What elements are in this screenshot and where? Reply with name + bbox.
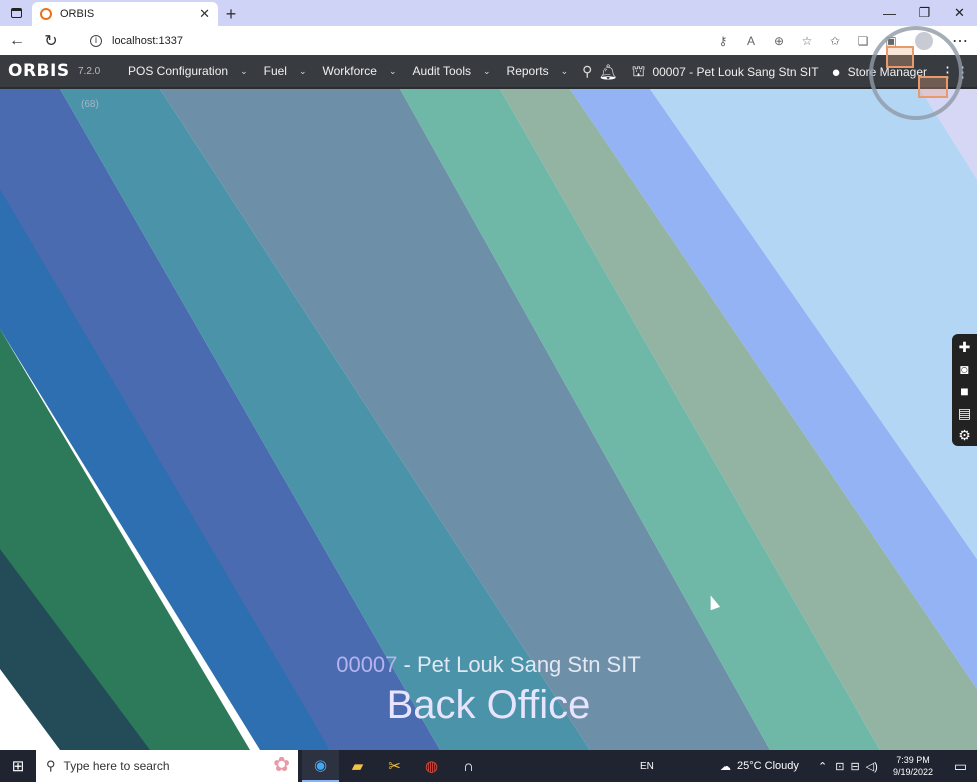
clock-date: 9/19/2022	[892, 767, 934, 777]
restore-button[interactable]: ❐	[907, 0, 942, 26]
device-icon[interactable]: ⊡	[835, 760, 844, 773]
system-tray: ⌃ ⊡ ⊟ ◁)	[818, 750, 878, 782]
menu-reports[interactable]: Reports ⌄	[499, 64, 577, 78]
orbis-logo[interactable]: ORBIS	[0, 61, 78, 81]
chevron-down-icon: ⌄	[240, 65, 248, 76]
volume-icon[interactable]: ◁)	[866, 760, 878, 773]
pinned-apps: ◉ ▰ ✂ ◍ ∩	[302, 750, 487, 782]
menu-label: Fuel	[263, 64, 287, 78]
windows-start-icon[interactable]: ⊞	[0, 750, 36, 782]
chevron-down-icon: ⌄	[388, 65, 397, 76]
count-badge: (68)	[81, 99, 99, 110]
main-menu: POS Configuration ⌄ Fuel ⌄ Workforce ⌄ Audi…	[120, 63, 592, 80]
store-selector[interactable]: 00007 - Pet Louk Sang Stn SIT	[652, 65, 818, 79]
zoom-icon[interactable]: ⊕	[765, 34, 793, 48]
browser-tab[interactable]: ORBIS ✕	[32, 2, 218, 26]
menu-workforce[interactable]: Workforce ⌄	[315, 64, 405, 78]
notifications-icon[interactable]: ▭	[944, 750, 977, 782]
menu-label: Workforce	[322, 64, 377, 78]
chevron-down-icon: ⌄	[560, 65, 569, 76]
main-content: (68) 00007 - Pet Louk Sang Stn SIT Back …	[0, 89, 977, 750]
window-controls: — ❐ ✕	[872, 0, 977, 26]
tab-actions-icon[interactable]	[0, 0, 32, 26]
address-bar: ← ↻ i localhost:1337 ⚷ A ⊕ ☆ ✩ ❏ ▣ ⋯	[0, 26, 977, 55]
url-input[interactable]: localhost:1337	[112, 35, 709, 47]
remote-session-ring[interactable]	[869, 26, 963, 120]
clock[interactable]: 7:39 PM 9/19/2022	[890, 754, 936, 778]
monitor-icon[interactable]	[918, 76, 948, 98]
refresh-button[interactable]: ↻	[34, 26, 68, 55]
taskbar-search-placeholder: Type here to search	[63, 759, 170, 773]
tab-close-icon[interactable]: ✕	[199, 6, 210, 22]
taskbar-search[interactable]: ⚲ Type here to search ✿	[36, 750, 298, 782]
cloud-icon: ☁	[720, 760, 731, 773]
browser-titlebar: ORBIS ✕ + — ❐ ✕	[0, 0, 977, 26]
store-heading: 00007 - Pet Louk Sang Stn SIT	[0, 652, 977, 678]
back-button[interactable]: ←	[0, 26, 34, 55]
menu-label: Audit Tools	[412, 64, 471, 78]
network-icon[interactable]: ⊟	[850, 760, 859, 773]
gallery-icon[interactable]: ▤	[958, 402, 971, 424]
store-name: - Pet Louk Sang Stn SIT	[397, 652, 641, 677]
language-indicator[interactable]: EN	[640, 750, 654, 782]
page-title: Back Office	[386, 683, 591, 727]
menu-pos-configuration[interactable]: POS Configuration ⌄	[120, 64, 256, 78]
weather-text: 25°C Cloudy	[737, 760, 799, 772]
menu-audit-tools[interactable]: Audit Tools ⌄	[405, 64, 499, 78]
orbis-favicon-icon	[40, 8, 52, 20]
minimize-button[interactable]: —	[872, 0, 907, 26]
file-explorer-icon[interactable]: ▰	[339, 750, 376, 782]
tab-title: ORBIS	[60, 8, 95, 20]
app-navbar: ORBIS 7.2.0 POS Configuration ⌄ Fuel ⌄ Wor…	[0, 55, 977, 89]
search-icon: ⚲	[46, 758, 56, 773]
snip-tool-icon[interactable]: ✂	[376, 750, 413, 782]
key-icon[interactable]: ⚷	[709, 34, 737, 48]
site-info-icon[interactable]: i	[90, 34, 102, 47]
favorites-icon[interactable]: ✩	[821, 34, 849, 48]
store-number: 00007	[336, 652, 398, 677]
store-hierarchy-icon[interactable]: ⛫	[632, 63, 646, 82]
new-tab-button[interactable]: +	[218, 2, 244, 26]
menu-fuel[interactable]: Fuel ⌄	[256, 64, 315, 78]
camera-icon[interactable]: ◙	[960, 358, 968, 380]
address-bar-icons: ⚷ A ⊕ ☆ ✩ ❏ ▣	[709, 34, 905, 48]
headset-icon[interactable]: ∩	[450, 750, 487, 782]
collections-icon[interactable]: ❏	[849, 34, 877, 48]
favorite-add-icon[interactable]: ☆	[793, 34, 821, 48]
menu-label: POS Configuration	[128, 64, 229, 78]
weather-widget[interactable]: ☁ 25°C Cloudy	[720, 750, 799, 782]
menu-label: Reports	[506, 64, 549, 78]
video-icon[interactable]: ■	[960, 380, 968, 402]
bell-icon[interactable]: 🔔︎	[599, 63, 618, 81]
monitor-icon[interactable]	[886, 46, 914, 68]
flower-icon: ✿	[273, 754, 290, 776]
app-version: 7.2.0	[78, 65, 101, 77]
gear-icon[interactable]: ⚙	[958, 424, 971, 446]
user-icon[interactable]: ●	[832, 64, 841, 81]
chevron-down-icon: ⌄	[298, 65, 307, 76]
background-stripes	[0, 89, 977, 750]
close-window-button[interactable]: ✕	[942, 0, 977, 26]
taskbar: ⊞ ⚲ Type here to search ✿ ◉ ▰ ✂ ◍ ∩ EN ☁…	[0, 750, 977, 782]
clock-time: 7:39 PM	[896, 755, 930, 765]
capture-toolbar: ✚ ◙ ■ ▤ ⚙	[952, 334, 977, 446]
read-aloud-icon[interactable]: A	[737, 34, 765, 48]
pin-icon[interactable]: ✚	[959, 336, 971, 358]
chevron-down-icon: ⌄	[483, 65, 491, 76]
chrome-icon[interactable]: ◍	[413, 750, 450, 782]
edge-icon[interactable]: ◉	[302, 750, 339, 782]
chevron-up-icon[interactable]: ⌃	[818, 760, 827, 773]
